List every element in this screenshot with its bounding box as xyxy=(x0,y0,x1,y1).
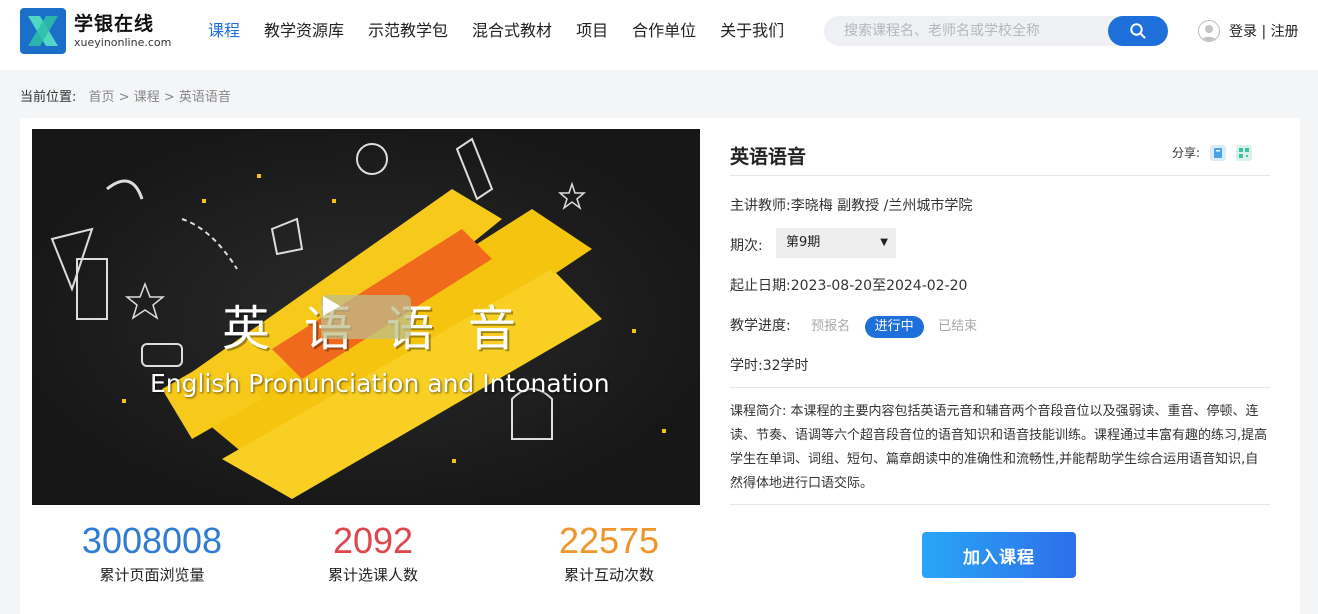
site-logo[interactable]: 学银在线 xueyinonline.com xyxy=(20,8,171,54)
divider xyxy=(730,387,1270,388)
course-video[interactable]: 英语语音 English Pronunciation and Intonatio… xyxy=(32,129,700,505)
course-description: 课程简介: 本课程的主要内容包括英语元音和辅音两个音段音位以及强弱读、重音、停顿… xyxy=(730,404,1268,491)
user-avatar-icon[interactable] xyxy=(1198,20,1220,42)
breadcrumb-label: 当前位置: xyxy=(20,90,77,105)
term-label: 期次: xyxy=(730,238,763,254)
play-icon xyxy=(323,296,340,316)
divider xyxy=(730,175,1270,176)
search-bar xyxy=(824,16,1168,46)
nav-item-about[interactable]: 关于我们 xyxy=(720,20,784,42)
play-button[interactable] xyxy=(321,295,411,339)
course-dates: 起止日期:2023-08-20至2024-02-20 xyxy=(730,278,968,294)
nav-item-blended-textbooks[interactable]: 混合式教材 xyxy=(472,20,552,42)
stat-page-views-label: 累计页面浏览量 xyxy=(99,566,205,584)
search-button[interactable] xyxy=(1108,16,1168,46)
share-area: 分享: xyxy=(1172,144,1252,161)
logo-icon xyxy=(20,8,66,54)
course-teacher: 主讲教师:李晓梅 副教授 /兰州城市学院 xyxy=(730,198,973,214)
progress-step-ongoing: 进行中 xyxy=(864,316,924,338)
stat-interactions: 22575 累计互动次数 xyxy=(509,518,709,586)
share-label: 分享: xyxy=(1171,146,1200,160)
nav-item-projects[interactable]: 项目 xyxy=(576,20,608,42)
stat-page-views: 3008008 累计页面浏览量 xyxy=(52,518,252,586)
user-area: 登录 | 注册 xyxy=(1198,20,1299,42)
course-card: 英语语音 English Pronunciation and Intonatio… xyxy=(20,118,1300,614)
nav-item-partners[interactable]: 合作单位 xyxy=(632,20,696,42)
progress-label: 教学进度: xyxy=(730,318,791,334)
login-register-link[interactable]: 登录 | 注册 xyxy=(1229,21,1299,41)
progress-row: 教学进度: 预报名 进行中 已结束 xyxy=(730,316,987,338)
breadcrumb-path[interactable]: 首页 > 课程 > 英语语音 xyxy=(89,90,231,105)
divider xyxy=(730,504,1270,505)
caret-down-icon: ▼ xyxy=(880,237,888,248)
term-row: 期次: 第9期 ▼ xyxy=(730,228,896,258)
nav-item-courses[interactable]: 课程 xyxy=(208,20,240,42)
course-stats: 3008008 累计页面浏览量 2092 累计选课人数 22575 累计互动次数 xyxy=(32,518,700,598)
progress-step-ended: 已结束 xyxy=(938,319,978,334)
course-hours: 学时:32学时 xyxy=(730,358,809,374)
search-icon xyxy=(1130,23,1146,39)
stat-enrollments: 2092 累计选课人数 xyxy=(273,518,473,586)
share-bookmark-icon[interactable] xyxy=(1210,144,1226,161)
join-course-button[interactable]: 加入课程 xyxy=(922,532,1076,578)
video-title-en: English Pronunciation and Intonation xyxy=(150,369,610,398)
stat-enrollments-value: 2092 xyxy=(332,520,414,561)
logo-subtitle: xueyinonline.com xyxy=(74,36,172,49)
progress-step-preregister: 预报名 xyxy=(811,319,851,334)
top-header: 学银在线 xueyinonline.com 课程 教学资源库 示范教学包 混合式… xyxy=(0,0,1318,70)
stat-page-views-value: 3008008 xyxy=(81,520,223,561)
term-value: 第9期 xyxy=(786,235,821,250)
nav-item-resource-library[interactable]: 教学资源库 xyxy=(264,20,344,42)
breadcrumb: 当前位置: 首页 > 课程 > 英语语音 xyxy=(20,86,231,105)
stat-enrollments-label: 累计选课人数 xyxy=(327,566,418,584)
nav-item-demo-packages[interactable]: 示范教学包 xyxy=(368,20,448,42)
term-select[interactable]: 第9期 ▼ xyxy=(776,228,896,258)
stat-interactions-label: 累计互动次数 xyxy=(563,566,654,584)
main-nav: 课程 教学资源库 示范教学包 混合式教材 项目 合作单位 关于我们 xyxy=(208,20,808,42)
course-title: 英语语音 xyxy=(730,146,807,168)
logo-title: 学银在线 xyxy=(74,13,155,35)
share-qrcode-icon[interactable] xyxy=(1236,144,1252,161)
stat-interactions-value: 22575 xyxy=(558,520,660,561)
search-input[interactable] xyxy=(824,16,1108,46)
